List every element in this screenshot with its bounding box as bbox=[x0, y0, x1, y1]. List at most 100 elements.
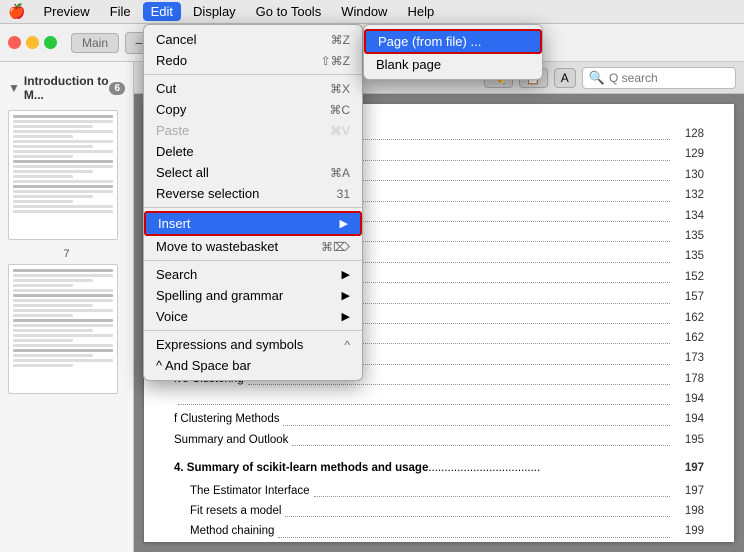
menu-item-move-to-wastebasket[interactable]: Move to wastebasket ⌘⌦ bbox=[144, 236, 362, 257]
thumb-line bbox=[13, 269, 113, 272]
maximize-button[interactable] bbox=[44, 36, 57, 49]
sidebar-title: ▼ Introduction to M... 6 bbox=[0, 70, 133, 106]
thumb-line bbox=[13, 205, 113, 208]
thumb-line bbox=[13, 304, 93, 307]
thumb-line bbox=[13, 135, 73, 138]
menu-item-label: Insert bbox=[158, 216, 191, 231]
traffic-lights bbox=[8, 36, 57, 49]
thumb-line bbox=[13, 165, 113, 168]
thumb-line bbox=[13, 354, 93, 357]
thumb-line bbox=[13, 359, 113, 362]
search-input[interactable] bbox=[609, 71, 729, 85]
menu-item-voice[interactable]: Voice ▶ bbox=[144, 306, 362, 327]
close-button[interactable] bbox=[8, 36, 21, 49]
pdf-text-button[interactable]: A bbox=[554, 68, 576, 88]
thumb-line bbox=[13, 150, 113, 153]
menu-item-label: Cut bbox=[156, 81, 176, 96]
thumb-line bbox=[13, 324, 113, 327]
menu-item-space-bar[interactable]: ^ And Space bar bbox=[144, 355, 362, 376]
menu-item-redo[interactable]: Redo ⇧⌘Z bbox=[144, 50, 362, 71]
menu-item-search[interactable]: Search ▶ bbox=[144, 264, 362, 285]
submenu-item-blank-page[interactable]: Blank page bbox=[364, 54, 542, 75]
menu-display[interactable]: Display bbox=[185, 2, 244, 21]
menubar: 🍎 Preview File Edit Display Go to Tools … bbox=[0, 0, 744, 24]
edit-menu-dropdown: Cancel ⌘Z Redo ⇧⌘Z Cut ⌘X Copy ⌘C Paste … bbox=[143, 24, 363, 381]
chevron-right-icon: ▶ bbox=[342, 310, 350, 323]
thumb-line bbox=[13, 195, 93, 198]
menu-file[interactable]: File bbox=[102, 2, 139, 21]
menu-item-reverse-selection[interactable]: Reverse selection 31 bbox=[144, 183, 362, 204]
menu-item-cut[interactable]: Cut ⌘X bbox=[144, 78, 362, 99]
main-button[interactable]: Main bbox=[71, 33, 119, 53]
menu-item-shortcut: ⌘V bbox=[330, 124, 350, 138]
menu-edit[interactable]: Edit bbox=[143, 2, 181, 21]
menu-item-shortcut: ⌘⌦ bbox=[321, 240, 350, 254]
submenu-item-page-from-file[interactable]: Page (from file) ... bbox=[364, 29, 542, 54]
menu-item-label: Cancel bbox=[156, 32, 196, 47]
menu-item-copy[interactable]: Copy ⌘C bbox=[144, 99, 362, 120]
menu-item-spelling[interactable]: Spelling and grammar ▶ bbox=[144, 285, 362, 306]
chevron-right-icon: ▶ bbox=[342, 289, 350, 302]
thumb-line bbox=[13, 145, 93, 148]
menu-item-label: Select all bbox=[156, 165, 209, 180]
thumb-line bbox=[13, 120, 113, 123]
menu-item-shortcut: ⌘C bbox=[329, 103, 350, 117]
menu-separator bbox=[144, 207, 362, 208]
thumb-line bbox=[13, 289, 113, 292]
menu-item-shortcut: ⇧⌘Z bbox=[321, 54, 350, 68]
menu-item-label: Search bbox=[156, 267, 197, 282]
toc-row: Fit resets a model198 bbox=[174, 501, 704, 521]
thumb-line bbox=[13, 309, 113, 312]
thumbnail-2[interactable] bbox=[8, 264, 118, 394]
thumb-line bbox=[13, 279, 93, 282]
sidebar: ▼ Introduction to M... 6 bbox=[0, 62, 134, 552]
toc-row: The Estimator Interface197 bbox=[174, 481, 704, 501]
menu-item-label: Delete bbox=[156, 144, 194, 159]
thumb-line bbox=[13, 200, 73, 203]
apple-logo[interactable]: 🍎 bbox=[8, 3, 25, 20]
thumb-line bbox=[13, 334, 113, 337]
menu-item-cancel[interactable]: Cancel ⌘Z bbox=[144, 29, 362, 50]
thumb-line bbox=[13, 140, 113, 143]
sidebar-badge: 6 bbox=[109, 82, 125, 95]
thumb-line bbox=[13, 125, 93, 128]
toc-row: 194 bbox=[174, 389, 704, 409]
menu-item-label: Copy bbox=[156, 102, 186, 117]
menu-item-label: Move to wastebasket bbox=[156, 239, 278, 254]
menu-item-delete[interactable]: Delete bbox=[144, 141, 362, 162]
thumb-line bbox=[13, 364, 73, 367]
insert-submenu: Page (from file) ... Blank page bbox=[363, 24, 543, 80]
thumbnail-number-1: 7 bbox=[63, 248, 69, 260]
submenu-item-label: Blank page bbox=[376, 57, 441, 72]
menu-item-expressions[interactable]: Expressions and symbols ^ bbox=[144, 334, 362, 355]
thumb-line bbox=[13, 314, 73, 317]
app-window: Main − + ▼ Introduction to M... 6 bbox=[0, 24, 744, 552]
menu-goto-tools[interactable]: Go to Tools bbox=[248, 2, 330, 21]
menu-preview[interactable]: Preview bbox=[35, 2, 97, 21]
toc-row: f Clustering Methods194 bbox=[174, 409, 704, 429]
thumb-line bbox=[13, 115, 113, 118]
sidebar-arrow: ▼ bbox=[8, 81, 20, 95]
toc-section-4: 4. Summary of scikit-learn methods and u… bbox=[174, 458, 704, 542]
menu-item-label: ^ And Space bar bbox=[156, 358, 251, 373]
menu-item-insert[interactable]: Insert ▶ bbox=[144, 211, 362, 236]
menu-item-label: Expressions and symbols bbox=[156, 337, 303, 352]
thumb-line bbox=[13, 180, 113, 183]
minimize-button[interactable] bbox=[26, 36, 39, 49]
thumbnail-wrapper-2 bbox=[8, 264, 125, 394]
thumb-line bbox=[13, 175, 73, 178]
menu-window[interactable]: Window bbox=[333, 2, 395, 21]
menu-separator bbox=[144, 260, 362, 261]
menu-help[interactable]: Help bbox=[399, 2, 442, 21]
thumb-line bbox=[13, 185, 113, 188]
menu-item-shortcut: ⌘Z bbox=[331, 33, 350, 47]
sidebar-title-text: Introduction to M... bbox=[24, 74, 110, 102]
thumb-line bbox=[13, 349, 113, 352]
thumbnail-wrapper-1: 7 bbox=[8, 110, 125, 240]
menu-item-select-all[interactable]: Select all ⌘A bbox=[144, 162, 362, 183]
pdf-search: 🔍 bbox=[582, 67, 736, 89]
chevron-right-icon: ▶ bbox=[340, 217, 348, 230]
thumb-line bbox=[13, 329, 93, 332]
thumbnail-1[interactable] bbox=[8, 110, 118, 240]
thumb-line bbox=[13, 284, 73, 287]
